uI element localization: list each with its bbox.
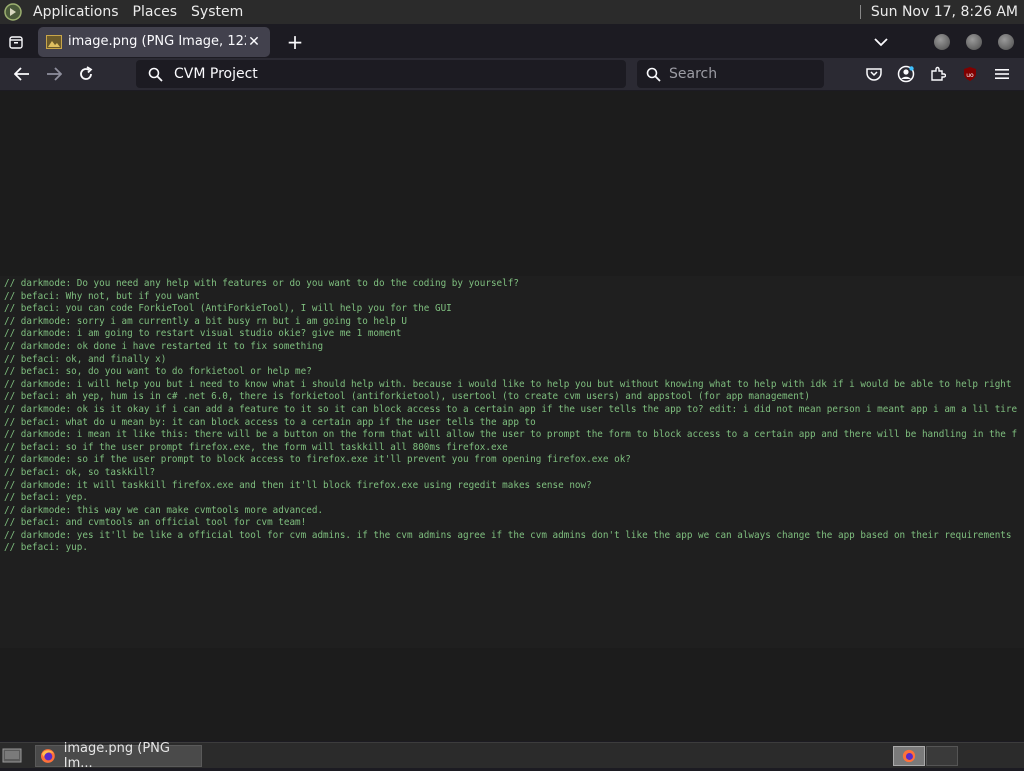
taskbar-task-firefox[interactable]: image.png (PNG Im... [35, 741, 202, 771]
svg-text:uo: uo [966, 72, 974, 79]
code-line: // befaci: yup. [4, 542, 1024, 555]
show-desktop-icon[interactable] [2, 747, 22, 764]
code-line-text: // befaci: you can code ForkieTool (Anti… [4, 303, 452, 315]
tab-image-png[interactable]: image.png (PNG Image, 1222 × ✕ [38, 26, 270, 57]
workspace-2-button[interactable] [926, 746, 958, 766]
displayed-image: // darkmode: Do you need any help with f… [0, 276, 1024, 648]
toolbar-icons: uo [858, 58, 1018, 90]
code-line-text: // darkmode: yes it'll be like a officia… [4, 529, 1012, 541]
code-line: // darkmode: Do you need any help with f… [4, 278, 1024, 291]
back-arrow-icon[interactable] [6, 58, 38, 90]
code-line: // darkmode: so if the user prompt to bl… [4, 454, 1024, 467]
reload-icon[interactable] [70, 58, 102, 90]
code-line: // befaci: what do u mean by: it can blo… [4, 417, 1024, 430]
distro-logo-icon[interactable] [0, 0, 26, 24]
code-line: // darkmode: this way we can make cvmtoo… [4, 505, 1024, 518]
code-line-text: // befaci: and cvmtools an official tool… [4, 517, 307, 529]
menu-system[interactable]: System [184, 4, 250, 20]
code-line-text: // befaci: ok, so taskkill? [4, 466, 156, 478]
search-bar[interactable]: Search [637, 60, 824, 88]
image-file-icon [46, 34, 62, 49]
code-line-text: // befaci: ok, and finally x) [4, 353, 167, 365]
tab-close-icon[interactable]: ✕ [246, 34, 262, 50]
code-line-text: // befaci: Why not, but if you want [4, 290, 200, 302]
menu-applications[interactable]: Applications [26, 4, 126, 20]
hamburger-menu-icon[interactable] [986, 58, 1018, 90]
minimize-window-button[interactable] [934, 33, 950, 50]
code-line: // befaci: so, do you want to do forkiet… [4, 366, 1024, 379]
url-bar[interactable]: CVM Project [136, 60, 626, 88]
code-line: // darkmode: i am going to restart visua… [4, 328, 1024, 341]
code-line-text: // darkmode: ok is it okay if i can add … [4, 403, 1018, 415]
code-line: // darkmode: i will help you but i need … [4, 379, 1024, 392]
code-line-text: // befaci: what do u mean by: it can blo… [4, 416, 536, 428]
close-window-button[interactable] [998, 33, 1014, 50]
maximize-window-button[interactable] [966, 33, 982, 50]
code-line: // befaci: ok, so taskkill? [4, 467, 1024, 480]
panel-clock[interactable]: Sun Nov 17, 8:26 AM [871, 4, 1024, 20]
panel-separator [859, 5, 861, 19]
code-line-text: // befaci: ah yep, hum is in c# .net 6.0… [4, 391, 810, 403]
tab-strip: image.png (PNG Image, 1222 × ✕ + [0, 25, 1024, 58]
code-line: // befaci: ok, and finally x) [4, 354, 1024, 367]
navigation-toolbar: CVM Project Search uo [0, 58, 1024, 90]
ublock-origin-icon[interactable]: uo [954, 58, 986, 90]
code-line-text: // darkmode: this way we can make cvmtoo… [4, 504, 324, 516]
url-text[interactable]: CVM Project [174, 66, 258, 82]
workspace-1-button[interactable] [893, 746, 925, 766]
code-line-text: // darkmode: so if the user prompt to bl… [4, 454, 631, 466]
code-comment-lines: // darkmode: Do you need any help with f… [4, 278, 1024, 555]
tab-title: image.png (PNG Image, 1222 × [68, 34, 246, 49]
firefox-icon [40, 749, 55, 763]
taskbar-task-title: image.png (PNG Im... [63, 741, 170, 771]
forward-arrow-icon[interactable] [38, 58, 70, 90]
pocket-icon[interactable] [858, 58, 890, 90]
firefox-view-icon[interactable] [0, 26, 32, 58]
code-line-text: // befaci: so, do you want to do forkiet… [4, 366, 312, 378]
code-line: // befaci: you can code ForkieTool (Anti… [4, 303, 1024, 316]
code-line-text: // darkmode: i will help you but i need … [4, 378, 1012, 390]
code-line: // darkmode: i mean it like this: there … [4, 429, 1024, 442]
account-icon[interactable] [890, 58, 922, 90]
code-line: // darkmode: sorry i am currently a bit … [4, 316, 1024, 329]
code-line-text: // darkmode: it will taskkill firefox.ex… [4, 479, 592, 491]
code-line-text: // befaci: yep. [4, 492, 88, 504]
code-line: // darkmode: ok is it okay if i can add … [4, 404, 1024, 417]
code-line-text: // befaci: yup. [4, 542, 88, 554]
code-line: // darkmode: ok done i have restarted it… [4, 341, 1024, 354]
code-line-text: // darkmode: ok done i have restarted it… [4, 340, 324, 352]
search-icon [637, 67, 669, 82]
code-line-text: // darkmode: i am going to restart visua… [4, 328, 402, 340]
code-line-text: // darkmode: Do you need any help with f… [4, 278, 519, 289]
search-icon [136, 67, 174, 82]
code-line-text: // befaci: so if the user prompt firefox… [4, 441, 508, 453]
code-line: // darkmode: it will taskkill firefox.ex… [4, 480, 1024, 493]
code-line: // darkmode: yes it'll be like a officia… [4, 530, 1024, 543]
new-tab-button[interactable]: + [280, 27, 310, 57]
list-all-tabs-chevron-down-icon[interactable] [866, 27, 896, 57]
extensions-puzzle-icon[interactable] [922, 58, 954, 90]
menu-places[interactable]: Places [126, 4, 185, 20]
code-line: // befaci: so if the user prompt firefox… [4, 442, 1024, 455]
code-line: // befaci: and cvmtools an official tool… [4, 517, 1024, 530]
top-panel: Applications Places System Sun Nov 17, 8… [0, 0, 1024, 24]
code-line: // befaci: ah yep, hum is in c# .net 6.0… [4, 391, 1024, 404]
code-line: // befaci: yep. [4, 492, 1024, 505]
code-line: // befaci: Why not, but if you want [4, 291, 1024, 304]
code-line-text: // darkmode: sorry i am currently a bit … [4, 315, 407, 327]
search-placeholder[interactable]: Search [669, 66, 717, 82]
page-content: // darkmode: Do you need any help with f… [0, 91, 1024, 741]
code-line-text: // darkmode: i mean it like this: there … [4, 429, 1018, 441]
bottom-taskbar: image.png (PNG Im... [0, 741, 1024, 771]
